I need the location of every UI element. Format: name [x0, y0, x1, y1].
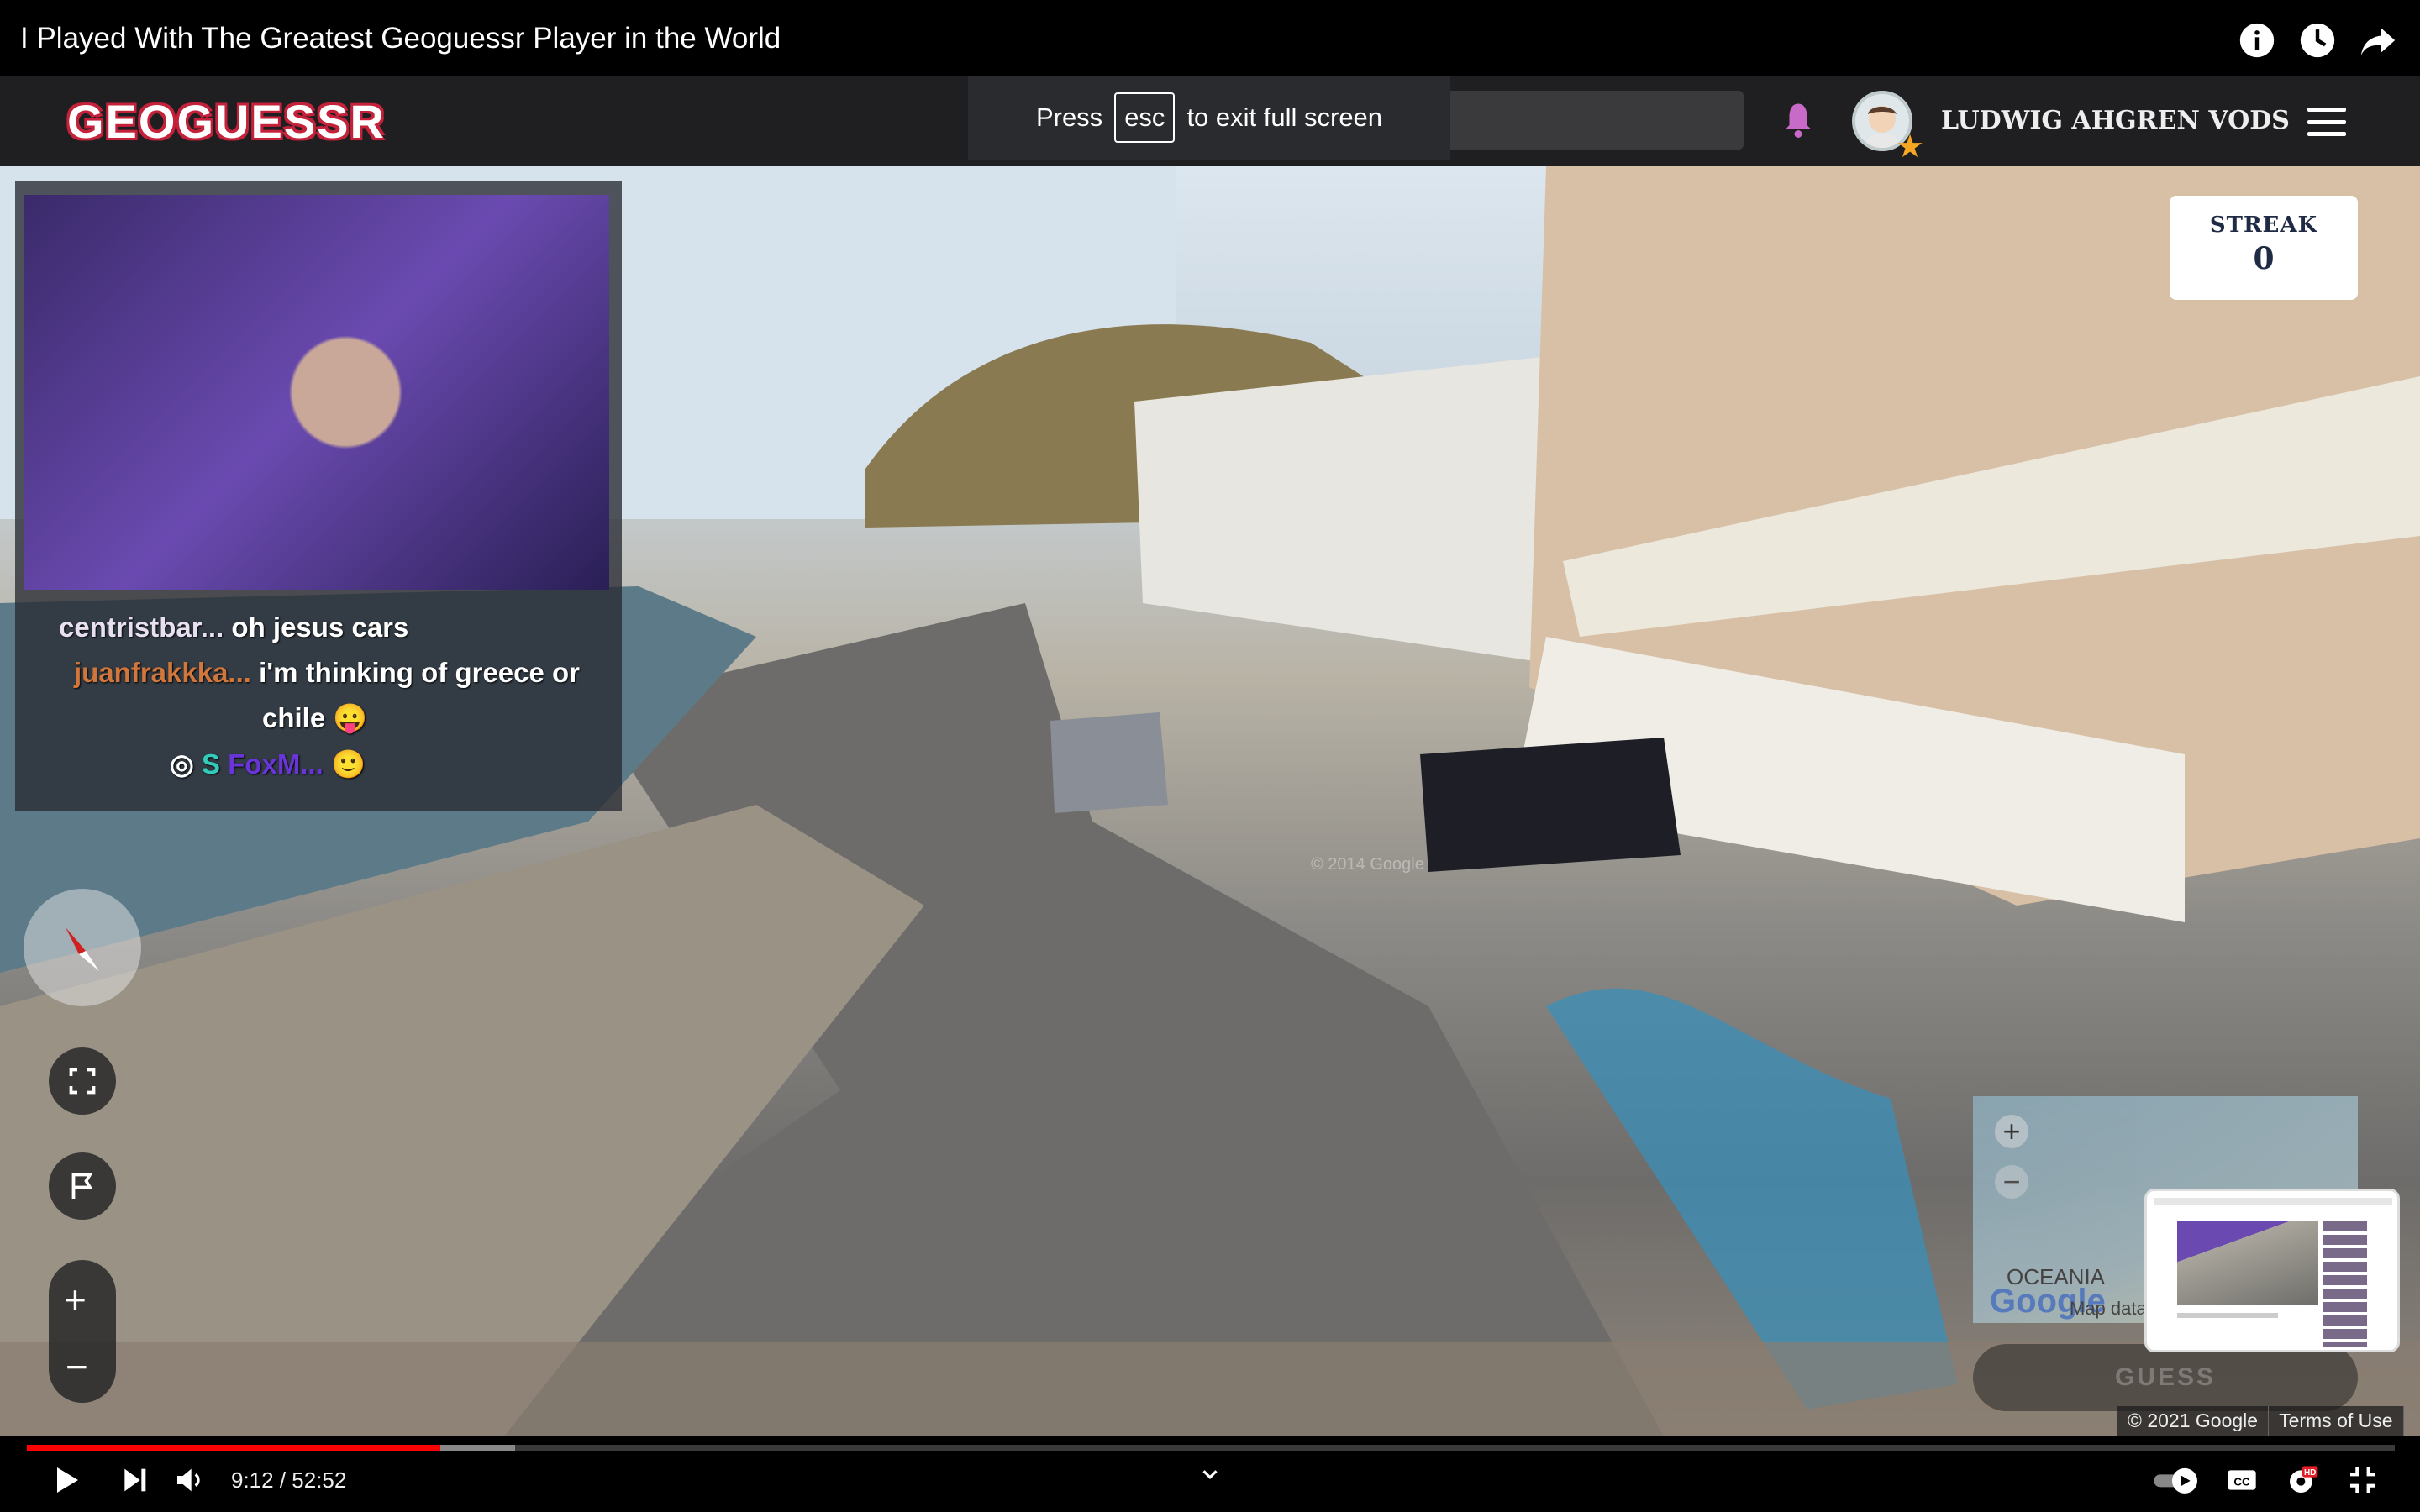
map-attribution: © 2021 Google Terms of Use: [2118, 1406, 2404, 1436]
time-display: 9:12 / 52:52: [231, 1467, 347, 1493]
badge-icon: ◎: [170, 748, 194, 780]
google-watermark: © 2014 Google: [1311, 855, 1424, 874]
play-icon[interactable]: [49, 1463, 82, 1497]
menu-icon[interactable]: [2307, 108, 2346, 136]
streak-panel: STREAK 0: [2170, 196, 2358, 300]
captions-icon[interactable]: CC: [2225, 1463, 2259, 1497]
star-badge-icon: ★: [1896, 129, 1925, 165]
zoom-in-icon[interactable]: +: [64, 1277, 87, 1322]
chat-user: FoxM...: [228, 748, 324, 780]
copyright-text: © 2021 Google: [2118, 1406, 2270, 1436]
info-icon[interactable]: [2238, 22, 2275, 59]
next-icon[interactable]: [118, 1463, 151, 1497]
zoom-out-icon[interactable]: −: [66, 1344, 88, 1389]
exit-fullscreen-icon[interactable]: [2346, 1463, 2380, 1497]
guess-button[interactable]: GUESS: [1973, 1344, 2358, 1411]
toast-suffix: to exit full screen: [1186, 102, 1383, 132]
volume-icon[interactable]: [173, 1463, 207, 1497]
screenshot-thumbnail[interactable]: [2144, 1189, 2400, 1352]
svg-text:HD: HD: [2304, 1468, 2316, 1478]
terms-link[interactable]: Terms of Use: [2269, 1406, 2404, 1436]
streak-value: 0: [2253, 241, 2275, 276]
emote-icon: 😛: [333, 702, 368, 733]
streak-label: STREAK: [2209, 213, 2318, 238]
chat-message: chile 😛: [262, 702, 367, 735]
share-icon[interactable]: [2360, 22, 2396, 59]
chat-message: centristbar... oh jesus cars: [59, 612, 408, 643]
chevron-down-icon[interactable]: [1195, 1462, 1225, 1487]
zoom-in-icon[interactable]: +: [1995, 1115, 2028, 1148]
played-bar: [27, 1445, 440, 1451]
flag-icon[interactable]: [49, 1152, 116, 1220]
webcam-feed: [24, 195, 609, 590]
chat-text: oh jesus cars: [231, 612, 409, 643]
svg-text:CC: CC: [2233, 1476, 2250, 1488]
chat-user: juanfrakkka...: [74, 657, 251, 688]
chat-user: centristbar...: [59, 612, 224, 643]
geoguessr-logo[interactable]: GEOGUESSR: [67, 94, 386, 149]
zoom-controls: + −: [49, 1260, 116, 1403]
fullscreen-icon[interactable]: [49, 1047, 116, 1115]
bell-icon[interactable]: [1783, 101, 1813, 139]
autoplay-toggle-icon[interactable]: [2151, 1463, 2202, 1497]
chat-message: ◎ S FoxM... 🙂: [170, 748, 366, 781]
emote-icon: 🙂: [331, 748, 366, 780]
chat-message: juanfrakkka... i'm thinking of greece or: [74, 657, 580, 689]
compass-icon[interactable]: [24, 889, 141, 1006]
fullscreen-exit-toast: Press esc to exit full screen: [968, 76, 1450, 160]
toast-press: Press: [1035, 102, 1103, 132]
car: [1420, 738, 1681, 872]
chat-text: chile: [262, 702, 326, 733]
map-data-label: Map data: [2070, 1298, 2147, 1319]
clock-icon[interactable]: [2299, 22, 2336, 59]
white-building: [1134, 351, 1597, 670]
covered-car: [1050, 712, 1168, 813]
chat-text: i'm thinking of greece or: [259, 657, 581, 688]
zoom-out-icon[interactable]: −: [1995, 1165, 2028, 1199]
esc-key: esc: [1114, 92, 1176, 143]
video-title[interactable]: I Played With The Greatest Geoguessr Pla…: [20, 22, 781, 55]
sub-badge-icon: S: [201, 748, 220, 780]
video-title-bar: I Played With The Greatest Geoguessr Pla…: [0, 0, 2420, 76]
username[interactable]: LUDWIG AHGREN VODS: [1941, 106, 2290, 135]
settings-icon[interactable]: HD: [2286, 1463, 2319, 1497]
